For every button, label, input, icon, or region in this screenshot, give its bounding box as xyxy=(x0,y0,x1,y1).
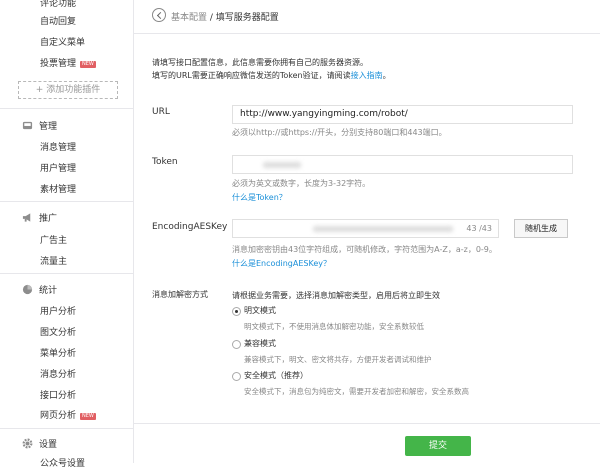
inbox-icon xyxy=(22,121,33,130)
aes-key-label: EncodingAESKey xyxy=(152,222,228,232)
url-hint: 必须以http://或https://开头，分别支持80端口和443端口。 xyxy=(232,128,447,137)
section-promotion: 推广 xyxy=(22,211,57,224)
token-label: Token xyxy=(152,157,178,167)
sidebar-item-menu-analysis[interactable]: 菜单分析 xyxy=(40,346,76,359)
sidebar-item-advertiser[interactable]: 广告主 xyxy=(40,233,67,246)
section-manage: 管理 xyxy=(22,119,57,132)
breadcrumb-prev-link[interactable]: 基本配置 xyxy=(171,13,207,23)
section-statistics: 统计 xyxy=(22,283,57,296)
aes-key-hint: 消息加密密钥由43位字符组成，可随机修改，字符范围为A-Z，a-z，0-9。 xyxy=(232,245,497,254)
add-plugin-label: 添加功能插件 xyxy=(46,85,101,95)
plaintext-mode-desc: 明文模式下，不使用消息体加解密功能，安全系数较低 xyxy=(244,322,424,331)
url-value: http://www.yangyingming.com/robot/ xyxy=(240,109,408,119)
divider xyxy=(0,273,133,274)
sidebar-item-user-analysis[interactable]: 用户分析 xyxy=(40,304,76,317)
encrypt-mode-intro: 请根据业务需要，选择消息加解密类型，启用后将立即生效 xyxy=(232,291,440,300)
sidebar-item-auto-reply[interactable]: 自动回复 xyxy=(40,14,76,27)
redacted-aes-key xyxy=(313,226,453,232)
intro-line-1: 请填写接口配置信息，此信息需要你拥有自己的服务器资源。 xyxy=(152,58,368,67)
sidebar-item-article-analysis[interactable]: 图文分析 xyxy=(40,325,76,338)
megaphone-icon xyxy=(22,213,31,222)
compatible-mode-label[interactable]: 兼容模式 xyxy=(244,338,276,349)
what-is-aes-key-link[interactable]: 什么是EncodingAESKey？ xyxy=(232,258,331,269)
url-label: URL xyxy=(152,107,170,117)
breadcrumb: 基本配置 / 填写服务器配置 xyxy=(171,10,279,23)
sidebar-item-web-analysis[interactable]: 网页分析 NEW xyxy=(40,408,96,421)
sidebar-item-vote[interactable]: 投票管理 NEW xyxy=(40,56,96,69)
sidebar-item-comment[interactable]: 评论功能 xyxy=(40,0,76,9)
back-button[interactable] xyxy=(152,8,166,22)
plus-icon: + xyxy=(35,85,47,95)
sidebar-item-label: 网页分析 xyxy=(40,411,77,421)
aes-key-counter: 43 /43 xyxy=(466,224,492,233)
what-is-token-link[interactable]: 什么是Token？ xyxy=(232,192,287,203)
sidebar-item-label: 投票管理 xyxy=(40,59,77,69)
divider xyxy=(0,201,133,202)
intro-line-2: 填写的URL需要正确响应微信发送的Token验证，请阅读接入指南。 xyxy=(152,71,391,80)
divider xyxy=(0,428,133,429)
radio-plaintext-mode[interactable] xyxy=(232,307,241,316)
sidebar-item-custom-menu[interactable]: 自定义菜单 xyxy=(40,35,85,48)
sidebar: 评论功能 自动回复 自定义菜单 投票管理 NEW + 添加功能插件 管理 消息管理… xyxy=(0,0,134,469)
divider xyxy=(0,108,133,109)
compatible-mode-desc: 兼容模式下，明文、密文将共存，方便开发者调试和维护 xyxy=(244,355,432,364)
chart-icon xyxy=(22,284,33,295)
url-input[interactable]: http://www.yangyingming.com/robot/ xyxy=(232,105,573,124)
sidebar-item-message-analysis[interactable]: 消息分析 xyxy=(40,367,76,380)
secure-mode-desc: 安全模式下，消息包为纯密文，需要开发者加密和解密，安全系数高 xyxy=(244,387,469,396)
breadcrumb-separator: / xyxy=(207,13,216,23)
sidebar-item-materials[interactable]: 素材管理 xyxy=(40,182,76,195)
secure-mode-label[interactable]: 安全模式（推荐） xyxy=(244,370,308,381)
sidebar-item-messages[interactable]: 消息管理 xyxy=(40,140,76,153)
encrypt-mode-label: 消息加解密方式 xyxy=(152,290,208,299)
page-title: 填写服务器配置 xyxy=(215,13,279,23)
header-divider xyxy=(134,33,600,34)
new-badge: NEW xyxy=(80,413,96,420)
footer-divider xyxy=(134,423,600,424)
sidebar-item-users[interactable]: 用户管理 xyxy=(40,161,76,174)
submit-button[interactable]: 提交 xyxy=(405,436,471,456)
section-settings[interactable]: 设置 xyxy=(22,437,57,450)
plaintext-mode-label[interactable]: 明文模式 xyxy=(244,305,276,316)
add-plugin-button[interactable]: + 添加功能插件 xyxy=(18,81,118,99)
aes-key-input[interactable]: 43 /43 xyxy=(232,219,499,238)
sidebar-item-api-analysis[interactable]: 接口分析 xyxy=(40,388,76,401)
random-generate-button[interactable]: 随机生成 xyxy=(514,219,568,238)
new-badge: NEW xyxy=(80,61,96,68)
radio-compatible-mode[interactable] xyxy=(232,340,241,349)
token-hint: 必须为英文或数字，长度为3-32字符。 xyxy=(232,179,371,188)
intro-text: 请填写接口配置信息，此信息需要你拥有自己的服务器资源。 填写的URL需要正确响应… xyxy=(152,56,391,82)
radio-secure-mode[interactable] xyxy=(232,372,241,381)
access-guide-link[interactable]: 接入指南 xyxy=(351,71,383,80)
sidebar-item-publisher[interactable]: 流量主 xyxy=(40,254,67,267)
token-input[interactable] xyxy=(232,155,573,174)
redacted-token xyxy=(263,162,301,168)
gear-icon xyxy=(22,438,33,449)
